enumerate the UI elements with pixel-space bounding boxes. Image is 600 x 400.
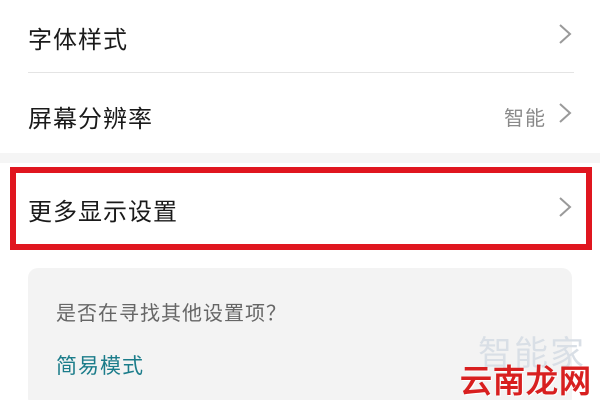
chevron-right-icon bbox=[559, 24, 572, 44]
settings-item-more-display-settings[interactable]: 更多显示设置 bbox=[0, 164, 600, 254]
suggestion-question: 是否在寻找其他设置项？ bbox=[56, 301, 287, 325]
settings-item-label: 字体样式 bbox=[28, 26, 128, 54]
simple-mode-link[interactable]: 简易模式 bbox=[56, 350, 144, 380]
settings-item-screen-resolution[interactable]: 屏幕分辨率 智能 bbox=[0, 74, 600, 152]
divider bbox=[28, 72, 574, 73]
chevron-right-icon bbox=[559, 103, 572, 123]
settings-item-label: 更多显示设置 bbox=[28, 198, 178, 226]
settings-item-value: 智能 bbox=[504, 106, 546, 130]
display-settings-page: 字体样式 屏幕分辨率 智能 更多显示设置 是否在寻找其他设置项？ 简易模式 智能… bbox=[0, 0, 600, 400]
watermark-logo: 云南龙网 bbox=[459, 362, 592, 400]
section-gap bbox=[0, 153, 600, 163]
chevron-right-icon bbox=[559, 197, 572, 217]
settings-item-font-style[interactable]: 字体样式 bbox=[0, 0, 600, 70]
settings-item-label: 屏幕分辨率 bbox=[28, 105, 153, 133]
